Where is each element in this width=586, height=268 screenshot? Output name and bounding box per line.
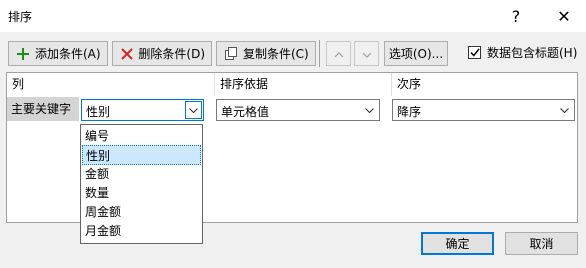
plus-icon xyxy=(15,46,31,62)
has-headers-checkbox[interactable] xyxy=(468,46,481,59)
sort-on-combobox[interactable]: 单元格值 xyxy=(216,99,380,121)
dropdown-option[interactable]: 数量 xyxy=(82,183,201,203)
column-combobox-value: 性别 xyxy=(86,105,111,119)
dialog-title: 排序 xyxy=(8,10,33,24)
copy-condition-label: 复制条件(C) xyxy=(243,47,309,61)
order-header: 次序 xyxy=(397,77,422,91)
chevron-down-icon[interactable] xyxy=(361,101,378,119)
chevron-down-icon xyxy=(362,47,372,61)
dropdown-option[interactable]: 周金额 xyxy=(82,202,201,222)
title-bar: 排序 ? ✕ xyxy=(0,0,586,32)
order-combobox[interactable]: 降序 xyxy=(392,99,575,121)
ok-button[interactable]: 确定 xyxy=(421,232,494,255)
add-condition-label: 添加条件(A) xyxy=(35,47,101,61)
move-up-button[interactable] xyxy=(326,41,351,66)
chevron-down-icon[interactable] xyxy=(185,101,202,119)
column-header: 列 xyxy=(12,77,25,91)
delete-condition-label: 删除条件(D) xyxy=(138,47,205,61)
sort-on-combobox-value: 单元格值 xyxy=(221,105,270,119)
row-label-primary-key[interactable]: 主要关键字 xyxy=(7,97,79,121)
copy-condition-button[interactable]: 复制条件(C) xyxy=(216,41,316,66)
has-headers-label: 数据包含标题(H) xyxy=(487,46,578,60)
close-button[interactable]: ✕ xyxy=(542,0,586,32)
column-dropdown-list: 编号 性别 金额 数量 周金额 月金额 xyxy=(80,124,203,244)
dropdown-option[interactable]: 金额 xyxy=(82,164,201,184)
chevron-up-icon xyxy=(334,47,344,61)
order-combobox-value: 降序 xyxy=(397,105,422,119)
has-headers-option[interactable]: 数据包含标题(H) xyxy=(468,44,577,61)
help-button[interactable]: ? xyxy=(494,0,538,32)
dropdown-option[interactable]: 编号 xyxy=(82,126,201,146)
delete-condition-button[interactable]: 删除条件(D) xyxy=(112,41,212,66)
chevron-down-icon[interactable] xyxy=(556,101,573,119)
copy-icon xyxy=(223,46,239,62)
dropdown-option[interactable]: 月金额 xyxy=(82,221,201,241)
move-down-button[interactable] xyxy=(354,41,379,66)
options-button[interactable]: 选项(O)... xyxy=(384,41,448,66)
options-label: 选项(O)... xyxy=(388,47,444,61)
add-condition-button[interactable]: 添加条件(A) xyxy=(8,41,108,66)
sort-on-header: 排序依据 xyxy=(220,77,269,91)
column-combobox[interactable]: 性别 xyxy=(81,99,204,121)
dropdown-option[interactable]: 性别 xyxy=(82,145,201,165)
toolbar-separator xyxy=(319,40,320,67)
cancel-button[interactable]: 取消 xyxy=(505,232,578,255)
x-icon xyxy=(119,46,134,62)
close-icon: ✕ xyxy=(557,6,571,26)
